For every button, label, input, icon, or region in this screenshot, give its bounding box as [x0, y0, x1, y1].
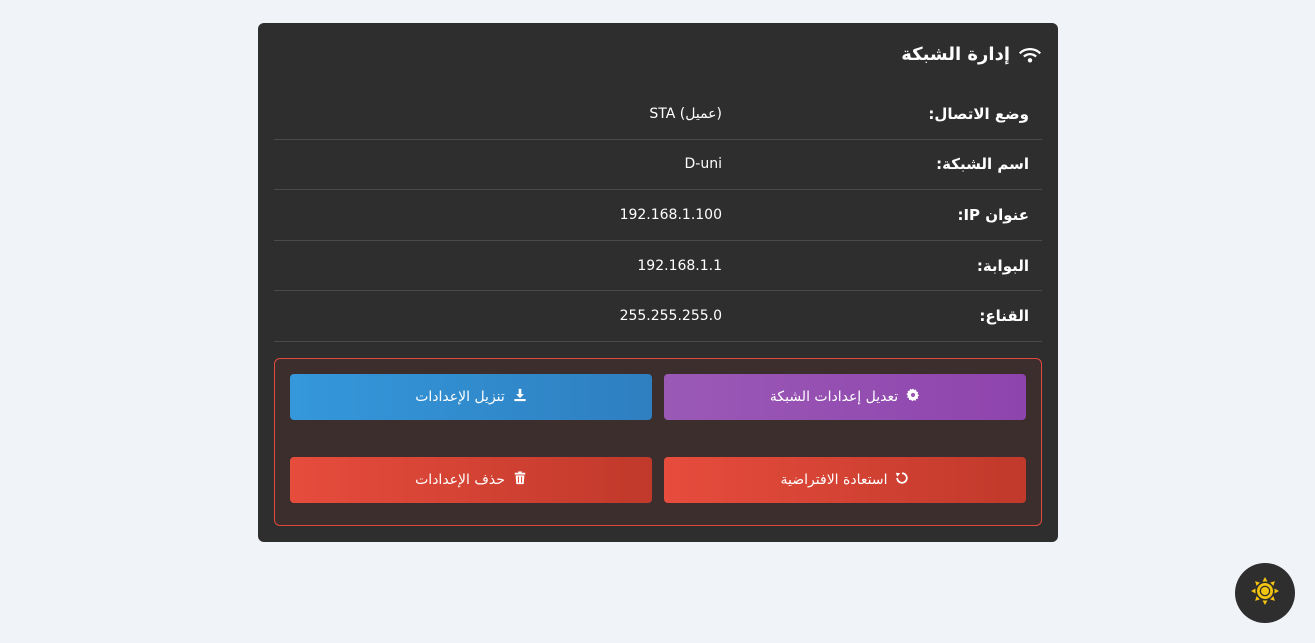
gateway-value: 192.168.1.1: [274, 258, 722, 274]
network-name-label: اسم الشبكة:: [936, 155, 1029, 174]
theme-toggle-button[interactable]: [1235, 563, 1295, 623]
info-row-connection-mode: وضع الاتصال: STA (عميل): [274, 89, 1042, 140]
card-header: إدارة الشبكة: [274, 39, 1042, 69]
network-management-card: إدارة الشبكة وضع الاتصال: STA (عميل) اسم…: [258, 23, 1058, 542]
connection-mode-value: STA (عميل): [274, 106, 722, 122]
ip-address-label: عنوان IP:: [957, 205, 1029, 224]
edit-network-settings-label: تعديل إعدادات الشبكة: [769, 388, 899, 405]
subnet-mask-value: 255.255.255.0: [274, 308, 722, 324]
subnet-mask-text: 255.255.255.0: [619, 308, 722, 325]
delete-settings-button[interactable]: حذف الإعدادات: [290, 456, 652, 503]
download-settings-label: تنزيل الإعدادات: [415, 388, 505, 405]
wifi-icon: [1018, 44, 1042, 64]
reset-icon: [895, 471, 909, 489]
trash-icon: [513, 471, 527, 489]
ip-address-text: 192.168.1.100: [619, 206, 722, 223]
download-icon: [513, 388, 527, 406]
info-row-subnet-mask: القناع: 255.255.255.0: [274, 291, 1042, 342]
actions-panel: تعديل إعدادات الشبكة تنزيل الإعدادات است…: [274, 357, 1042, 526]
delete-settings-label: حذف الإعدادات: [415, 471, 505, 488]
network-name-text: D-uni: [684, 156, 722, 173]
ip-address-value: 192.168.1.100: [274, 207, 722, 223]
download-settings-button[interactable]: تنزيل الإعدادات: [290, 373, 652, 420]
info-row-gateway: البوابة: 192.168.1.1: [274, 241, 1042, 292]
connection-mode-text: STA (عميل): [649, 105, 722, 122]
gear-icon: [906, 388, 920, 406]
info-row-network-name: اسم الشبكة: D-uni: [274, 140, 1042, 191]
restore-defaults-label: استعادة الافتراضية: [780, 471, 888, 488]
sun-icon: [1250, 576, 1280, 610]
connection-mode-label: وضع الاتصال:: [928, 104, 1029, 123]
network-info-table: وضع الاتصال: STA (عميل) اسم الشبكة: D-un…: [274, 89, 1042, 342]
card-title: إدارة الشبكة: [901, 43, 1010, 65]
subnet-mask-label: القناع:: [979, 307, 1029, 326]
network-name-value: D-uni: [274, 156, 722, 172]
edit-network-settings-button[interactable]: تعديل إعدادات الشبكة: [664, 373, 1026, 420]
gateway-text: 192.168.1.1: [637, 257, 722, 274]
info-row-ip-address: عنوان IP: 192.168.1.100: [274, 190, 1042, 241]
restore-defaults-button[interactable]: استعادة الافتراضية: [664, 456, 1026, 503]
gateway-label: البوابة:: [976, 256, 1029, 275]
